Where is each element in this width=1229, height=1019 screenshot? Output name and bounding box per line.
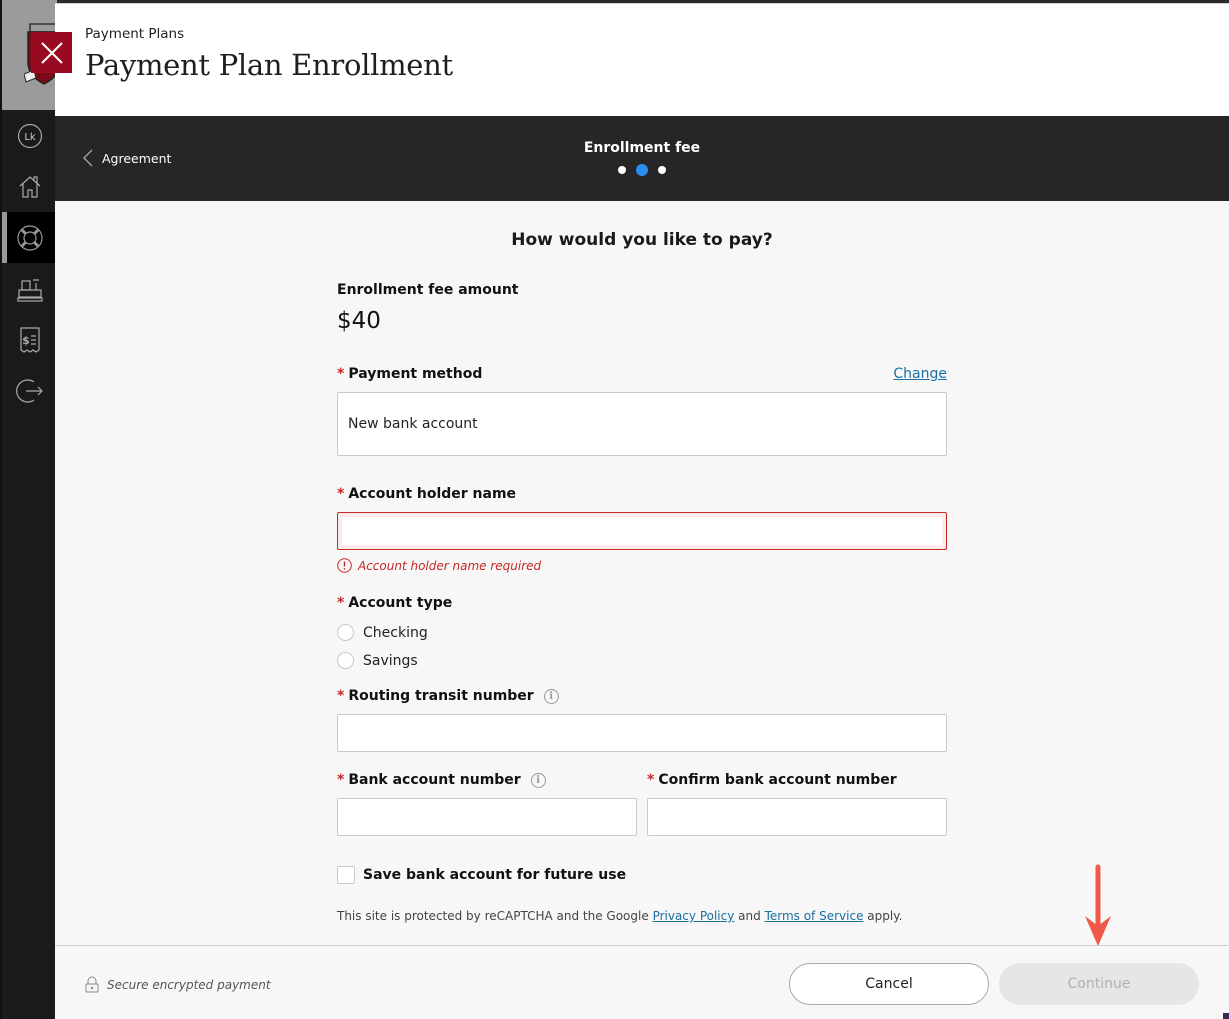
breadcrumb: Payment Plans bbox=[85, 26, 185, 42]
save-bank-account-checkbox[interactable] bbox=[337, 866, 355, 884]
monogram-icon: Lk bbox=[17, 123, 42, 148]
fee-amount: $40 bbox=[337, 308, 381, 334]
recaptcha-notice: This site is protected by reCAPTCHA and … bbox=[337, 909, 902, 923]
required-marker: * bbox=[337, 688, 345, 704]
payment-method-header: * Payment method Change bbox=[337, 366, 947, 382]
privacy-policy-link[interactable]: Privacy Policy bbox=[653, 909, 735, 923]
recaptcha-text: apply. bbox=[863, 909, 903, 923]
required-marker: * bbox=[337, 595, 345, 611]
step-dot bbox=[658, 166, 666, 174]
rail-item-profile[interactable]: Lk bbox=[2, 110, 57, 161]
step-bar: Agreement Enrollment fee bbox=[55, 116, 1229, 201]
terms-of-service-link[interactable]: Terms of Service bbox=[765, 909, 864, 923]
radio-button[interactable] bbox=[337, 624, 354, 641]
routing-label: Routing transit number bbox=[348, 688, 534, 704]
account-type-label: Account type bbox=[348, 595, 453, 611]
form-question: How would you like to pay? bbox=[511, 230, 773, 250]
cash-register-icon bbox=[16, 278, 43, 302]
info-icon[interactable]: i bbox=[543, 688, 559, 704]
rail-item-help[interactable] bbox=[2, 212, 57, 263]
confirm-bank-account-label-row: * Confirm bank account number bbox=[647, 772, 897, 788]
lifebuoy-icon bbox=[16, 224, 43, 251]
step-dot-active bbox=[636, 164, 648, 176]
sign-out-icon bbox=[15, 378, 43, 403]
account-type-label-row: * Account type bbox=[337, 595, 452, 611]
recaptcha-text: This site is protected by reCAPTCHA and … bbox=[337, 909, 653, 923]
account-holder-label: Account holder name bbox=[348, 486, 517, 502]
required-marker: * bbox=[337, 366, 345, 382]
payment-method-display: New bank account bbox=[337, 392, 947, 456]
window-corner bbox=[1223, 1013, 1229, 1019]
save-bank-account-label: Save bank account for future use bbox=[363, 867, 627, 883]
error-icon bbox=[337, 558, 352, 573]
radio-button[interactable] bbox=[337, 652, 354, 669]
required-marker: * bbox=[337, 772, 345, 788]
annotation-arrow-icon bbox=[1085, 864, 1111, 946]
routing-label-row: * Routing transit number i bbox=[337, 688, 559, 704]
page-title: Payment Plan Enrollment bbox=[85, 48, 453, 82]
fee-label: Enrollment fee amount bbox=[337, 282, 519, 298]
required-marker: * bbox=[647, 772, 655, 788]
continue-button[interactable]: Continue bbox=[999, 963, 1199, 1005]
receipt-icon: $ bbox=[19, 326, 40, 353]
bank-account-label: Bank account number bbox=[348, 772, 521, 788]
bank-account-label-row: * Bank account number i bbox=[337, 772, 546, 788]
close-button[interactable] bbox=[31, 32, 72, 73]
account-holder-label-row: * Account holder name bbox=[337, 486, 516, 502]
step-indicator bbox=[55, 164, 1229, 176]
save-bank-account-option[interactable]: Save bank account for future use bbox=[337, 866, 626, 884]
rail-item-home[interactable] bbox=[2, 161, 57, 212]
lock-icon bbox=[85, 976, 99, 993]
app-sidebar: Lk $ bbox=[0, 0, 72, 1019]
modal-header: Payment Plans Payment Plan Enrollment bbox=[55, 4, 1229, 116]
recaptcha-text: and bbox=[734, 909, 765, 923]
svg-text:Lk: Lk bbox=[24, 132, 36, 143]
step-title: Enrollment fee bbox=[583, 140, 701, 156]
rail-item-billing[interactable]: $ bbox=[2, 314, 57, 365]
radio-label: Savings bbox=[363, 652, 418, 669]
account-holder-error: Account holder name required bbox=[337, 558, 541, 573]
close-icon bbox=[40, 41, 63, 64]
secure-payment-note: Secure encrypted payment bbox=[85, 976, 271, 993]
bank-account-number-input[interactable] bbox=[337, 798, 637, 836]
payment-method-value: New bank account bbox=[348, 416, 478, 432]
payment-plan-modal: Payment Plans Payment Plan Enrollment Ag… bbox=[55, 3, 1229, 1019]
confirm-bank-account-number-input[interactable] bbox=[647, 798, 947, 836]
radio-label: Checking bbox=[363, 624, 428, 641]
rail-item-payments[interactable] bbox=[2, 263, 57, 314]
confirm-bank-account-label: Confirm bank account number bbox=[658, 772, 897, 788]
payment-method-label: Payment method bbox=[348, 366, 483, 382]
info-icon[interactable]: i bbox=[530, 772, 546, 788]
step-dot bbox=[618, 166, 626, 174]
required-marker: * bbox=[337, 486, 345, 502]
cancel-button[interactable]: Cancel bbox=[789, 963, 989, 1005]
radio-savings[interactable]: Savings bbox=[337, 652, 418, 669]
rail-item-sign-out[interactable] bbox=[2, 365, 57, 416]
modal-footer: Secure encrypted payment Cancel Continue bbox=[55, 945, 1229, 1019]
radio-checking[interactable]: Checking bbox=[337, 624, 428, 641]
routing-number-input[interactable] bbox=[337, 714, 947, 752]
home-icon bbox=[19, 175, 40, 198]
svg-text:$: $ bbox=[22, 334, 30, 347]
account-holder-name-input[interactable] bbox=[337, 512, 947, 550]
change-payment-method-link[interactable]: Change bbox=[893, 366, 947, 382]
error-text: Account holder name required bbox=[358, 558, 542, 573]
secure-text: Secure encrypted payment bbox=[107, 977, 271, 992]
